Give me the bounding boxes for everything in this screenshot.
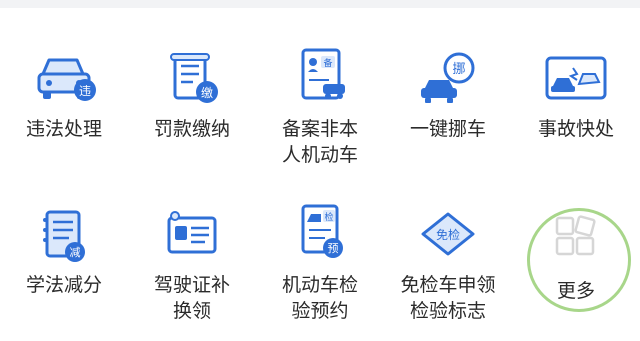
service-label: 事故快处 — [537, 118, 614, 140]
more-grid-icon — [541, 204, 611, 268]
deduct-badge: 减 — [70, 246, 81, 259]
exempt-badge: 免检 — [436, 227, 460, 242]
move-car-icon: 挪 — [413, 46, 483, 110]
service-grid: 违 违法处理 缴 罚款缴纳 备 备案非本 人机动车 挪 一键挪车 事故快处 减 … — [0, 8, 640, 341]
service-label: 驾驶证补 换领 — [153, 274, 230, 322]
study-deduct-icon: 减 — [29, 204, 99, 268]
service-label: 备案非本 人机动车 — [281, 118, 358, 166]
booking-badge: 预 — [328, 242, 339, 255]
service-label: 机动车检 验预约 — [281, 274, 358, 322]
service-fine-payment[interactable]: 缴 罚款缴纳 — [128, 8, 256, 168]
fine-payment-icon: 缴 — [157, 46, 227, 110]
accident-icon — [541, 46, 611, 110]
service-label: 一键挪车 — [409, 118, 486, 140]
license-replace-icon — [157, 204, 227, 268]
service-exempt-inspection[interactable]: 免检 免检车申领 检验标志 — [384, 176, 512, 336]
service-violation[interactable]: 违 违法处理 — [0, 8, 128, 168]
service-license-replace[interactable]: 驾驶证补 换领 — [128, 176, 256, 336]
vehicle-registration-icon: 备 — [285, 44, 355, 108]
service-label: 学法减分 — [25, 274, 102, 296]
service-vehicle-registration[interactable]: 备 备案非本 人机动车 — [256, 8, 384, 168]
service-move-car[interactable]: 挪 一键挪车 — [384, 8, 512, 168]
inspection-booking-icon: 检 预 — [285, 200, 355, 264]
inspection-badge: 检 — [324, 211, 333, 223]
registration-badge: 备 — [323, 57, 332, 69]
service-accident[interactable]: 事故快处 — [512, 8, 640, 168]
violation-badge: 违 — [79, 84, 91, 98]
service-label: 免检车申领 检验标志 — [400, 274, 496, 322]
service-inspection-booking[interactable]: 检 预 机动车检 验预约 — [256, 176, 384, 336]
top-strip — [0, 0, 640, 8]
service-label: 罚款缴纳 — [153, 118, 230, 140]
service-label: 更多 — [556, 280, 595, 302]
service-label: 违法处理 — [25, 118, 102, 140]
move-badge: 挪 — [452, 62, 465, 77]
service-more[interactable]: 更多 — [512, 176, 640, 336]
exempt-inspection-icon: 免检 — [413, 204, 483, 268]
service-study-deduct[interactable]: 减 学法减分 — [0, 176, 128, 336]
fine-badge: 缴 — [201, 85, 213, 100]
car-violation-icon: 违 — [29, 46, 99, 110]
